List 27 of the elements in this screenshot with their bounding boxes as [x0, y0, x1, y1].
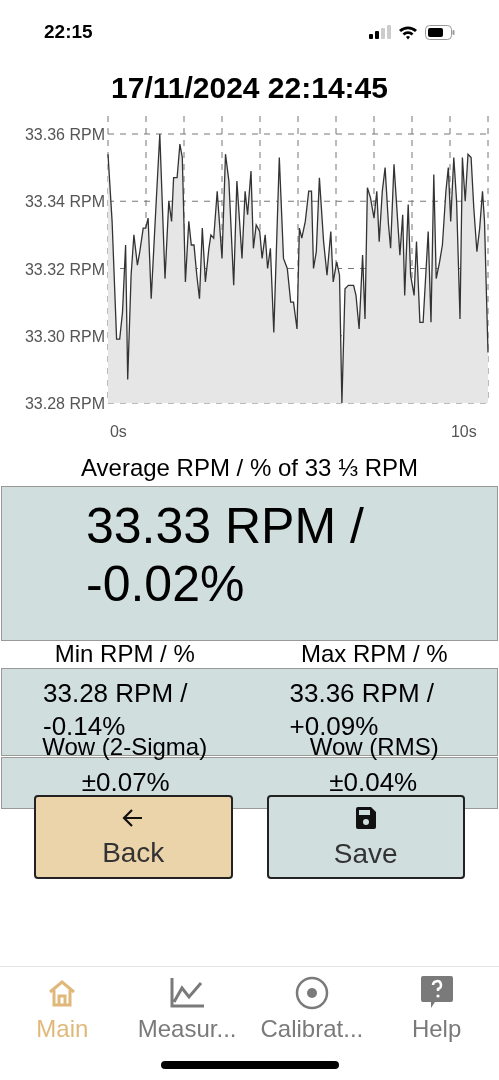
save-icon — [355, 807, 376, 829]
tab-bar-item[interactable]: Help — [374, 973, 499, 1045]
y-axis-label: 33.28 RPM — [24, 395, 105, 412]
line-chart-icon — [170, 978, 205, 1008]
average-value: 33.33 RPM / -0.02% — [86, 497, 365, 613]
wifi-icon — [398, 24, 418, 40]
x-axis-label: 0s — [109, 423, 127, 440]
tab-bar-item[interactable]: Measur... — [124, 973, 250, 1045]
status-time: 22:15 — [44, 19, 93, 44]
y-axis-label: 33.36 RPM — [24, 126, 105, 143]
y-axis-label: 33.34 RPM — [24, 193, 105, 211]
battery-icon — [425, 24, 455, 40]
back-button[interactable]: Back — [34, 795, 233, 879]
stat-label: Min RPM / % — [54, 641, 195, 667]
back-arrow-icon — [122, 808, 145, 828]
home-icon — [47, 979, 78, 1007]
x-axis-label: 10s — [450, 423, 477, 440]
signal-icon — [369, 25, 391, 39]
target-icon — [294, 976, 329, 1010]
save-button[interactable]: Save — [266, 795, 465, 879]
y-axis-label: 33.32 RPM — [24, 260, 105, 278]
y-axis-label: 33.30 RPM — [24, 327, 105, 345]
stat-label: Max RPM / % — [300, 641, 448, 667]
help-bubble-icon — [420, 976, 453, 1010]
page-title: 17/11/2024 22:14:45 — [111, 70, 388, 106]
section-label: Average RPM / % of 33 ⅓ RPM — [81, 453, 418, 483]
tab-bar-item[interactable]: Calibrat... — [249, 973, 375, 1045]
